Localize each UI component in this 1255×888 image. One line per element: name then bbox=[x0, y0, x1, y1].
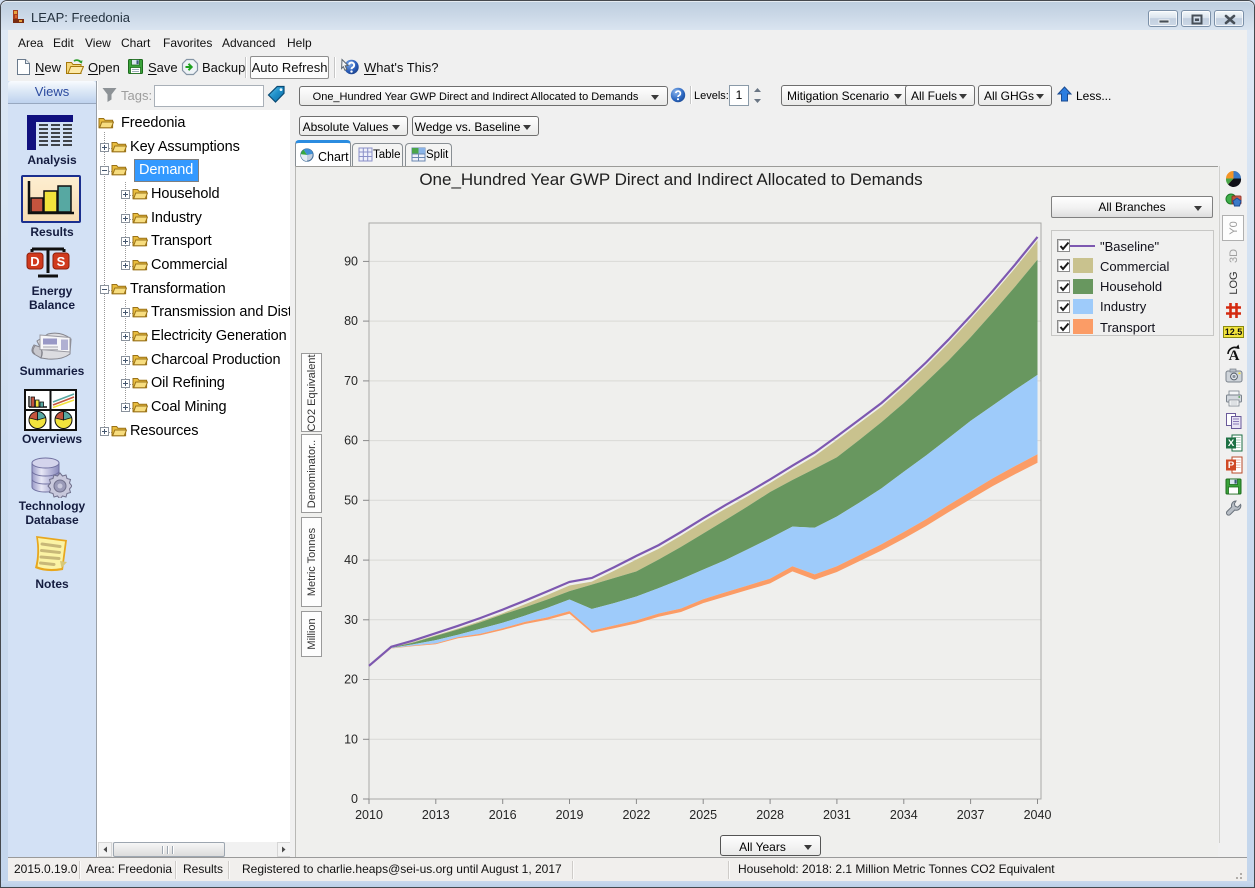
svg-text:2025: 2025 bbox=[689, 808, 717, 822]
svg-text:60: 60 bbox=[344, 434, 358, 448]
svg-text:0: 0 bbox=[351, 792, 358, 806]
svg-text:2034: 2034 bbox=[890, 808, 918, 822]
svg-text:30: 30 bbox=[344, 613, 358, 627]
svg-text:80: 80 bbox=[344, 314, 358, 328]
svg-text:2019: 2019 bbox=[556, 808, 584, 822]
svg-text:10: 10 bbox=[344, 732, 358, 746]
svg-text:2016: 2016 bbox=[489, 808, 517, 822]
svg-text:P: P bbox=[1228, 460, 1235, 471]
svg-text:2010: 2010 bbox=[355, 808, 383, 822]
svg-text:2037: 2037 bbox=[957, 808, 985, 822]
svg-text:A: A bbox=[1229, 348, 1240, 364]
svg-text:2028: 2028 bbox=[756, 808, 784, 822]
svg-text:2031: 2031 bbox=[823, 808, 851, 822]
svg-text:2040: 2040 bbox=[1024, 808, 1052, 822]
svg-text:50: 50 bbox=[344, 493, 358, 507]
svg-text:20: 20 bbox=[344, 673, 358, 687]
svg-text:S: S bbox=[57, 254, 66, 269]
svg-text:90: 90 bbox=[344, 254, 358, 268]
svg-text:70: 70 bbox=[344, 374, 358, 388]
svg-text:2013: 2013 bbox=[422, 808, 450, 822]
svg-text:X: X bbox=[1228, 438, 1235, 449]
svg-text:D: D bbox=[30, 254, 39, 269]
svg-text:2022: 2022 bbox=[622, 808, 650, 822]
svg-text:40: 40 bbox=[344, 553, 358, 567]
